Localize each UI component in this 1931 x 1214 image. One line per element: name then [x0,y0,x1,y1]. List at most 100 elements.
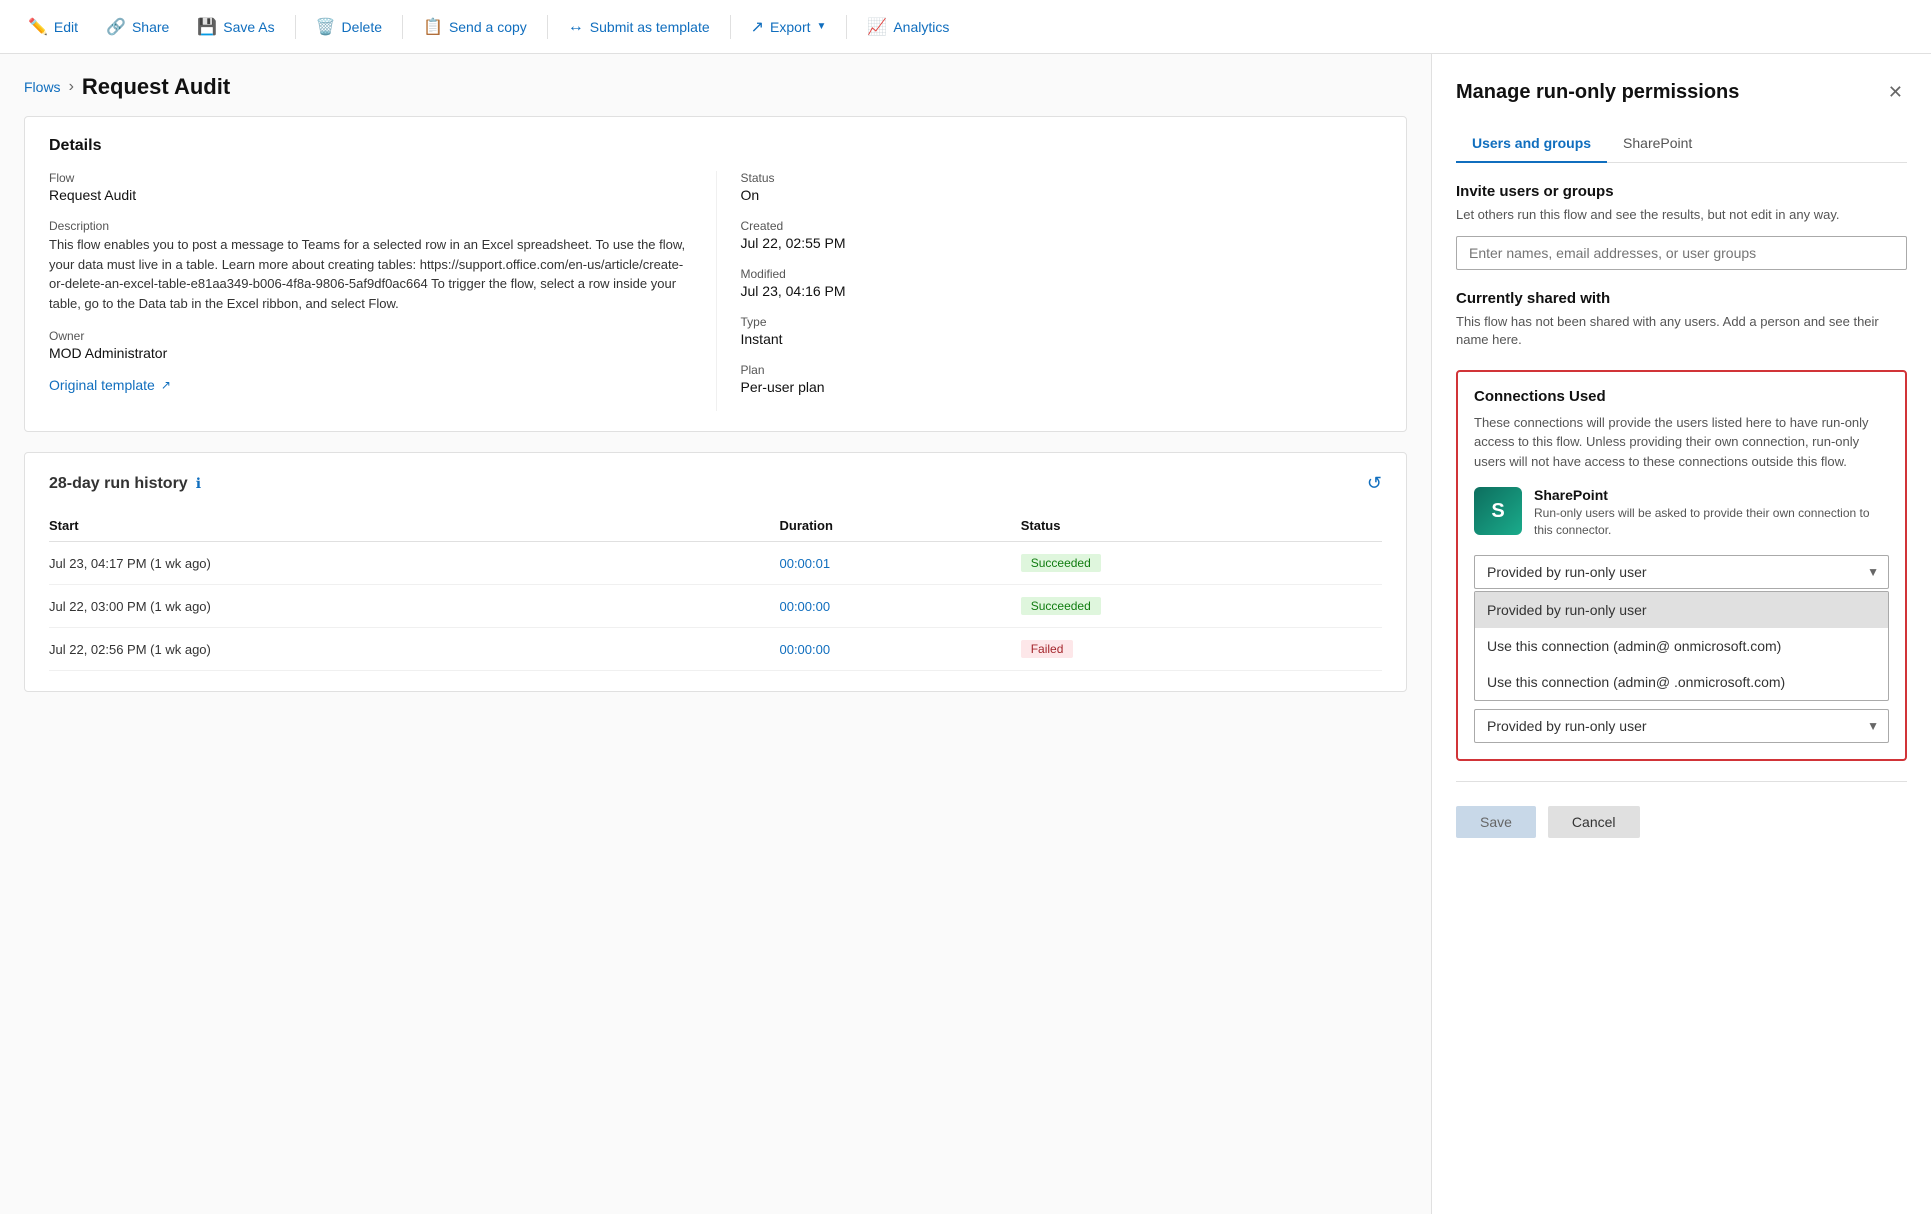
col-status: Status [1021,510,1382,542]
status-label: Status [741,171,1383,185]
refresh-icon[interactable]: ↺ [1367,473,1382,494]
plan-label: Plan [741,363,1383,377]
breadcrumb: Flows › Request Audit [24,74,1407,100]
panel-tabs: Users and groups SharePoint [1456,127,1907,163]
table-row[interactable]: Jul 22, 02:56 PM (1 wk ago) 00:00:00 Fai… [49,628,1382,671]
currently-shared-desc: This flow has not been shared with any u… [1456,313,1907,349]
export-chevron-icon: ▼ [817,21,827,32]
created-label: Created [741,219,1383,233]
table-row[interactable]: Jul 22, 03:00 PM (1 wk ago) 00:00:00 Suc… [49,585,1382,628]
bottom-separator [1456,781,1907,782]
modified-label: Modified [741,267,1383,281]
panel-header: Manage run-only permissions ✕ [1456,78,1907,107]
connector-info: SharePoint Run-only users will be asked … [1534,487,1889,539]
row-status: Succeeded [1021,542,1382,585]
tab-sharepoint[interactable]: SharePoint [1607,127,1708,163]
owner-field: Owner MOD Administrator [49,329,692,361]
created-field: Created Jul 22, 02:55 PM [741,219,1383,251]
flow-label: Flow [49,171,692,185]
invite-input[interactable] [1456,236,1907,270]
toolbar-save-as[interactable]: 💾 Save As [185,11,286,43]
row-start: Jul 22, 03:00 PM (1 wk ago) [49,585,779,628]
export-icon: ↗ [751,17,764,37]
external-link-icon: ↗ [161,378,171,392]
toolbar-send-copy[interactable]: 📋 Send a copy [411,11,539,43]
toolbar-analytics[interactable]: 📈 Analytics [855,11,961,43]
dropdown-option-use-connection-1[interactable]: Use this connection (admin@ onmicrosoft.… [1475,628,1888,664]
toolbar-submit-template[interactable]: ↔ Submit as template [556,12,722,42]
dropdown-option-provided-by-run-only[interactable]: Provided by run-only user [1475,592,1888,628]
toolbar-separator-4 [730,15,731,39]
connector-desc: Run-only users will be asked to provide … [1534,505,1889,539]
details-title: Details [49,137,1382,155]
original-template-label: Original template [49,377,155,393]
analytics-icon: 📈 [867,17,887,37]
status-badge: Failed [1021,640,1074,658]
sharepoint-connector-icon: S [1474,487,1522,535]
flow-field: Flow Request Audit [49,171,692,203]
status-field: Status On [741,171,1383,203]
toolbar-delete[interactable]: 🗑️ Delete [304,11,394,43]
modified-field: Modified Jul 23, 04:16 PM [741,267,1383,299]
edit-icon: ✏️ [28,17,48,37]
close-button[interactable]: ✕ [1884,78,1907,107]
row-start: Jul 22, 02:56 PM (1 wk ago) [49,628,779,671]
connection-dropdown[interactable]: Provided by run-only user Use this conne… [1474,555,1889,589]
connections-desc: These connections will provide the users… [1474,413,1889,472]
breadcrumb-flows-link[interactable]: Flows [24,79,61,95]
type-field: Type Instant [741,315,1383,347]
toolbar-export[interactable]: ↗ Export ▼ [739,11,839,43]
modified-value: Jul 23, 04:16 PM [741,283,1383,299]
second-connection-dropdown[interactable]: Provided by run-only user Use this conne… [1474,709,1889,743]
row-status: Failed [1021,628,1382,671]
table-row[interactable]: Jul 23, 04:17 PM (1 wk ago) 00:00:01 Suc… [49,542,1382,585]
row-duration: 00:00:00 [779,585,1020,628]
status-badge: Succeeded [1021,597,1101,615]
status-value: On [741,187,1383,203]
details-card: Details Flow Request Audit Description T… [24,116,1407,432]
status-badge: Succeeded [1021,554,1101,572]
owner-value: MOD Administrator [49,345,692,361]
type-label: Type [741,315,1383,329]
dropdown-option-use-connection-2[interactable]: Use this connection (admin@ .onmicrosoft… [1475,664,1888,700]
second-dropdown-wrapper: Provided by run-only user Use this conne… [1474,709,1889,743]
save-button[interactable]: Save [1456,806,1536,838]
col-duration: Duration [779,510,1020,542]
currently-shared-title: Currently shared with [1456,290,1907,307]
connector-name: SharePoint [1534,487,1889,503]
cancel-button[interactable]: Cancel [1548,806,1640,838]
invite-title: Invite users or groups [1456,183,1907,200]
toolbar-separator-3 [547,15,548,39]
left-panel: Flows › Request Audit Details Flow Reque… [0,54,1431,1214]
panel-title: Manage run-only permissions [1456,81,1739,104]
page-title: Request Audit [82,74,230,100]
plan-field: Plan Per-user plan [741,363,1383,395]
invite-desc: Let others run this flow and see the res… [1456,206,1907,224]
toolbar-share[interactable]: 🔗 Share [94,11,181,43]
toolbar-separator-1 [295,15,296,39]
toolbar-edit[interactable]: ✏️ Edit [16,11,90,43]
table-header-row: Start Duration Status [49,510,1382,542]
type-value: Instant [741,331,1383,347]
description-label: Description [49,219,692,233]
run-history-header: 28-day run history ℹ ↺ [49,473,1382,494]
original-template-link[interactable]: Original template ↗ [49,377,692,393]
connections-section: Connections Used These connections will … [1456,370,1907,761]
send-copy-icon: 📋 [423,17,443,37]
description-value: This flow enables you to post a message … [49,235,692,313]
delete-icon: 🗑️ [316,17,336,37]
submit-template-icon: ↔ [568,18,584,36]
share-icon: 🔗 [106,17,126,37]
info-icon[interactable]: ℹ [196,475,201,492]
row-status: Succeeded [1021,585,1382,628]
connections-title: Connections Used [1474,388,1889,405]
right-panel: Manage run-only permissions ✕ Users and … [1431,54,1931,1214]
panel-footer: Save Cancel [1456,798,1907,838]
row-duration: 00:00:00 [779,628,1020,671]
breadcrumb-chevron-icon: › [69,78,74,96]
run-history-table: Start Duration Status Jul 23, 04:17 PM (… [49,510,1382,671]
plan-value: Per-user plan [741,379,1383,395]
toolbar-separator-5 [846,15,847,39]
invite-section: Invite users or groups Let others run th… [1456,183,1907,290]
tab-users-groups[interactable]: Users and groups [1456,127,1607,163]
